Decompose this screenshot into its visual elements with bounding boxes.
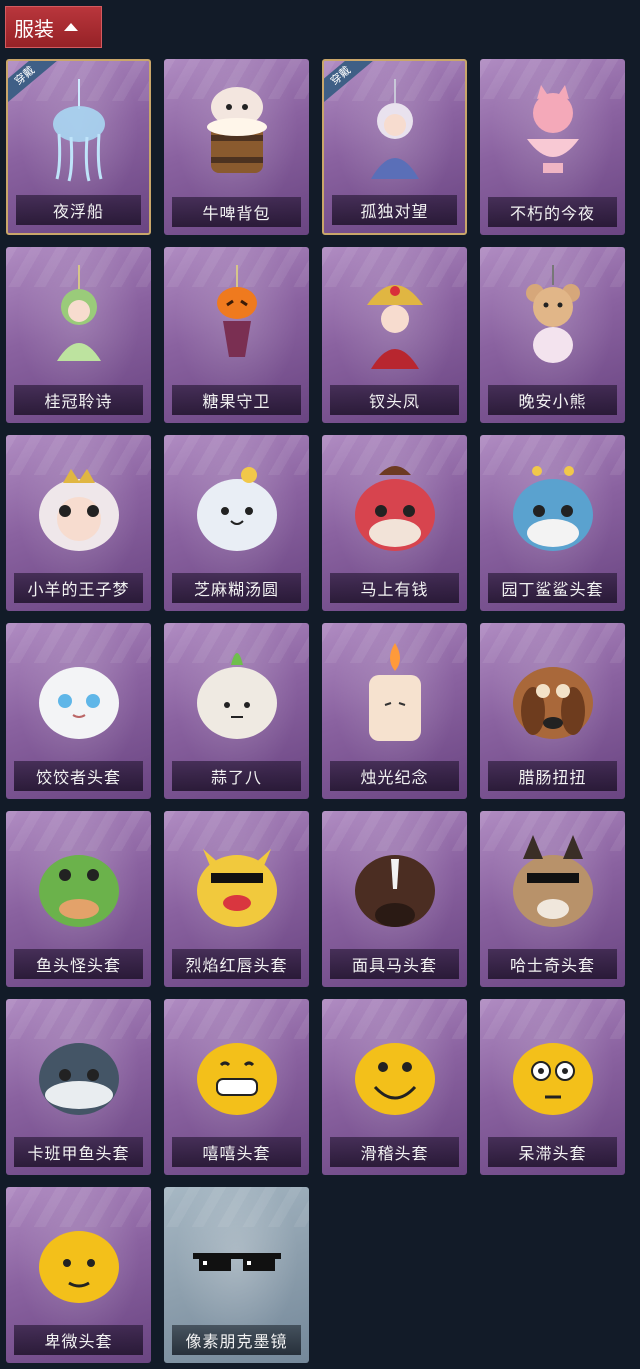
pink-cat-bowl-icon <box>526 85 579 173</box>
costume-name: 嘻嘻头套 <box>172 1137 301 1167</box>
beer-barrel-cow-icon <box>206 87 267 173</box>
costume-name: 呆滞头套 <box>488 1137 617 1167</box>
costume-card[interactable]: 卑微头套 <box>6 1187 151 1363</box>
costume-name: 面具马头套 <box>330 949 459 979</box>
costume-name: 糖果守卫 <box>172 385 301 415</box>
costume-name: 蒜了八 <box>172 761 301 791</box>
costume-card[interactable]: 哈士奇头套 <box>480 811 625 987</box>
costume-card[interactable]: 卡班甲鱼头套 <box>6 999 151 1175</box>
pumpkin-guard-icon <box>216 265 257 357</box>
costume-card[interactable]: 鱼头怪头套 <box>6 811 151 987</box>
costume-card[interactable]: 钗头凤 <box>322 247 467 423</box>
costume-card[interactable]: 穿戴 孤独对望 <box>322 59 467 235</box>
horse-mask-icon <box>354 855 435 927</box>
costume-card[interactable]: 烛光纪念 <box>322 623 467 799</box>
costume-card[interactable]: 嘻嘻头套 <box>164 999 309 1175</box>
garlic-head-icon <box>196 653 277 739</box>
pixel-sunglasses-icon <box>192 1253 281 1271</box>
costume-name: 鱼头怪头套 <box>14 949 143 979</box>
costume-card[interactable]: 芝麻糊汤圆 <box>164 435 309 611</box>
dumpling-head-icon <box>38 667 119 739</box>
costume-name: 晚安小熊 <box>488 385 617 415</box>
sheep-prince-icon <box>38 469 119 551</box>
humble-emoji-icon <box>38 1231 119 1303</box>
costume-page: 服装 穿戴 夜浮船 牛啤背包 穿戴 孤独对望 不朽的今夜 桂冠聆诗 糖果守卫 钗… <box>0 0 640 1369</box>
costume-card[interactable]: 园丁鲨鲨头套 <box>480 435 625 611</box>
rice-ball-icon <box>196 467 277 551</box>
costume-card[interactable]: 蒜了八 <box>164 623 309 799</box>
costume-name: 烈焰红唇头套 <box>172 949 301 979</box>
costume-card[interactable]: 糖果守卫 <box>164 247 309 423</box>
costume-name: 园丁鲨鲨头套 <box>488 573 617 603</box>
chevron-up-icon <box>64 23 78 31</box>
laurel-doll-icon <box>56 265 101 361</box>
costume-name: 夜浮船 <box>16 195 141 225</box>
costume-card[interactable]: 小羊的王子梦 <box>6 435 151 611</box>
costume-name: 哈士奇头套 <box>488 949 617 979</box>
candle-head-icon <box>368 643 421 741</box>
fish-head-icon <box>38 855 119 927</box>
costume-name: 烛光纪念 <box>330 761 459 791</box>
costume-name: 牛啤背包 <box>172 197 301 227</box>
costume-card[interactable]: 烈焰红唇头套 <box>164 811 309 987</box>
jellyfish-pendant-icon <box>52 79 105 182</box>
costume-card[interactable]: 晚安小熊 <box>480 247 625 423</box>
costume-card[interactable]: 桂冠聆诗 <box>6 247 151 423</box>
costume-name: 芝麻糊汤圆 <box>172 573 301 603</box>
dachshund-head-icon <box>512 667 593 739</box>
costume-name: 卑微头套 <box>14 1325 143 1355</box>
husky-head-icon <box>512 835 593 927</box>
costume-name: 像素朋克墨镜 <box>172 1325 301 1355</box>
doll-pendant-icon <box>370 79 419 179</box>
costume-name: 腊肠扭扭 <box>488 761 617 791</box>
costume-name: 马上有钱 <box>330 573 459 603</box>
shark-head-icon <box>512 466 593 551</box>
costume-card[interactable]: 牛啤背包 <box>164 59 309 235</box>
phoenix-crown-doll-icon <box>366 285 423 369</box>
teddy-bear-icon <box>525 265 580 363</box>
grin-emoji-icon <box>196 1043 277 1115</box>
costume-card[interactable]: 不朽的今夜 <box>480 59 625 235</box>
costume-name: 饺饺者头套 <box>14 761 143 791</box>
costume-name: 滑稽头套 <box>330 1137 459 1167</box>
costume-card[interactable]: 呆滞头套 <box>480 999 625 1175</box>
smirk-emoji-icon <box>354 1043 435 1115</box>
costume-name: 卡班甲鱼头套 <box>14 1137 143 1167</box>
costume-section-toggle[interactable]: 服装 <box>5 6 102 48</box>
costume-name: 桂冠聆诗 <box>14 385 143 415</box>
costume-card[interactable]: 饺饺者头套 <box>6 623 151 799</box>
costume-card[interactable]: 面具马头套 <box>322 811 467 987</box>
costume-name: 小羊的王子梦 <box>14 573 143 603</box>
dazed-emoji-icon <box>512 1043 593 1115</box>
costume-name: 钗头凤 <box>330 385 459 415</box>
costume-name: 孤独对望 <box>332 195 457 225</box>
red-horse-head-icon <box>354 466 435 551</box>
costume-card[interactable]: 腊肠扭扭 <box>480 623 625 799</box>
costume-card[interactable]: 马上有钱 <box>322 435 467 611</box>
yellow-mouse-head-icon <box>196 849 277 927</box>
costume-card[interactable]: 穿戴 夜浮船 <box>6 59 151 235</box>
section-title: 服装 <box>14 16 54 41</box>
costume-card[interactable]: 像素朋克墨镜 <box>164 1187 309 1363</box>
costume-name: 不朽的今夜 <box>488 197 617 227</box>
whale-head-icon <box>38 1043 119 1115</box>
costume-card[interactable]: 滑稽头套 <box>322 999 467 1175</box>
